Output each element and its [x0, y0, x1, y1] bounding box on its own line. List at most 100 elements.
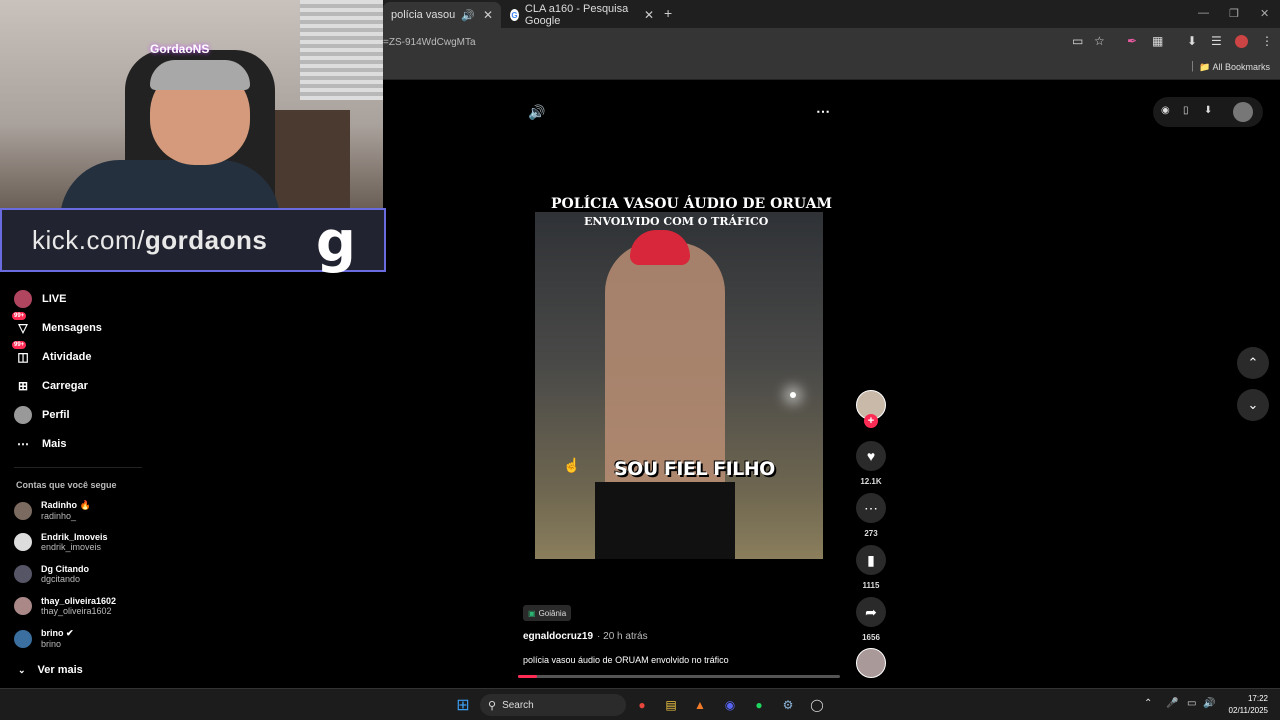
- account-handle: thay_oliveira1602: [41, 606, 112, 616]
- webcam-overlay: GordaoNS: [0, 0, 383, 208]
- extension-pen-icon[interactable]: ✒: [1127, 34, 1137, 48]
- sidebar-item-label: Carregar: [42, 380, 88, 392]
- clock-date: 02/11/2025: [1228, 706, 1268, 715]
- follow-plus-icon[interactable]: +: [864, 414, 878, 428]
- file-explorer-icon[interactable]: ▤: [662, 696, 680, 714]
- app-triangle-icon[interactable]: ▲: [691, 696, 709, 714]
- close-icon[interactable]: ✕: [644, 8, 654, 22]
- url-field[interactable]: =ZS-914WdCwgMTa: [383, 37, 476, 48]
- kick-url: kick.com/gordaons: [32, 225, 267, 256]
- more-options-icon[interactable]: ⋯: [816, 103, 830, 120]
- previous-video-button[interactable]: ⌃: [1237, 347, 1269, 379]
- avatar: [14, 629, 32, 648]
- following-title: Contas que você segue: [16, 480, 117, 490]
- save-button[interactable]: ▮: [856, 545, 886, 575]
- bookmark-icon: ▮: [867, 551, 875, 568]
- taskbar-search[interactable]: ⚲ Search: [480, 694, 626, 716]
- kick-url-name: gordaons: [144, 224, 268, 255]
- comment-button[interactable]: ⋯: [856, 493, 886, 523]
- like-count: 12.1K: [860, 477, 882, 486]
- streamer-name: GordaoNS: [150, 42, 210, 56]
- clock-time: 17:22: [1247, 694, 1268, 703]
- maximize-icon[interactable]: ❐: [1229, 7, 1239, 20]
- video-subline: ENVOLVIDO COM O TRÁFICO: [584, 215, 769, 228]
- menu-dots-icon[interactable]: ⋮: [1261, 34, 1273, 48]
- account-handle: radinho_: [41, 511, 77, 521]
- google-icon: G: [510, 9, 519, 21]
- spotify-icon[interactable]: ●: [750, 696, 768, 714]
- compass-icon[interactable]: ◉: [1161, 105, 1170, 116]
- extensions-icon[interactable]: ▦: [1152, 34, 1163, 48]
- tray-chevron-icon[interactable]: ⌃: [1144, 698, 1152, 709]
- hand-cursor-icon: ☝: [563, 457, 581, 473]
- chevron-down-icon: ⌄: [1247, 397, 1259, 412]
- chrome-icon[interactable]: ●: [633, 696, 651, 714]
- windows-start-icon[interactable]: ⊞: [454, 696, 472, 714]
- live-avatar-icon: [14, 290, 32, 308]
- sidebar: LIVE ▽ 99+ Mensagens ◫ 99+ Atividade ⊞ Car…: [0, 272, 150, 692]
- video-progress-fill: [518, 675, 538, 678]
- sidebar-item-activity[interactable]: ◫ 99+ Atividade: [12, 341, 92, 366]
- like-button[interactable]: ♥: [856, 441, 886, 471]
- sidebar-item-live[interactable]: LIVE: [14, 290, 66, 308]
- close-icon[interactable]: ✕: [483, 8, 493, 22]
- screen: polícia vasou áudio de 🔊 ✕ G CLA a160 - …: [0, 0, 1280, 720]
- download-icon[interactable]: ⬇: [1187, 34, 1197, 48]
- share-count: 1656: [862, 633, 880, 642]
- see-more-button[interactable]: ⌄ Ver mais: [18, 664, 83, 676]
- star-icon[interactable]: ☆: [1094, 34, 1105, 48]
- network-icon[interactable]: ▭: [1187, 698, 1196, 709]
- video-player[interactable]: [535, 212, 823, 559]
- video-person-hair: [630, 230, 690, 265]
- video-description: polícia vasou áudio de ORUAM envolvido n…: [523, 655, 729, 665]
- sidebar-item-profile[interactable]: Perfil: [14, 406, 70, 424]
- sound-avatar[interactable]: [856, 648, 886, 678]
- new-tab-icon[interactable]: +: [664, 5, 672, 21]
- download-icon[interactable]: ⬇: [1204, 105, 1212, 116]
- video-headline: POLÍCIA VASOU ÁUDIO DE ORUAM: [551, 196, 833, 212]
- tab-google[interactable]: G CLA a160 - Pesquisa Google ✕: [502, 2, 662, 28]
- author-line[interactable]: egnaldocruz19 · 20 h atrás: [523, 631, 648, 642]
- cast-icon[interactable]: ▭: [1072, 34, 1083, 48]
- kick-url-prefix: kick.com/: [32, 224, 145, 255]
- account-name: thay_oliveira1602: [41, 596, 117, 606]
- followed-account[interactable]: Endrik_Imoveis endrik_imoveis: [14, 532, 108, 552]
- minimize-icon[interactable]: —: [1198, 7, 1209, 19]
- steam-icon[interactable]: ⚙: [779, 696, 797, 714]
- device-icon[interactable]: ▯: [1183, 105, 1189, 116]
- sidebar-item-upload[interactable]: ⊞ Carregar: [14, 377, 88, 395]
- followed-account[interactable]: Radinho 🔥 radinho_: [14, 500, 91, 521]
- followed-account[interactable]: Dg Citando dgcitando: [14, 564, 89, 584]
- activity-icon: ◫ 99+: [12, 341, 29, 364]
- app-icon[interactable]: ◯: [808, 696, 826, 714]
- window-close-icon[interactable]: ✕: [1260, 7, 1269, 20]
- windows-taskbar: ⊞ ⚲ Search ● ▤ ▲ ◉ ● ⚙ ◯ ⌃ 🎤 ▭ 🔊 17:22 0…: [0, 688, 1280, 720]
- speaker-icon[interactable]: 🔊: [461, 9, 475, 22]
- microphone-icon[interactable]: 🎤: [1166, 698, 1178, 709]
- volume-icon[interactable]: 🔊: [1203, 698, 1215, 709]
- location-label: Goiânia: [538, 608, 567, 618]
- video-progress-bar[interactable]: [518, 675, 840, 678]
- discord-icon[interactable]: ◉: [721, 696, 739, 714]
- sidebar-item-label: Mais: [42, 438, 67, 450]
- all-bookmarks-button[interactable]: 📁 All Bookmarks: [1199, 62, 1270, 73]
- account-name: Dg Citando: [41, 564, 89, 574]
- next-video-button[interactable]: ⌄: [1237, 389, 1269, 421]
- taskbar-clock[interactable]: 17:22 02/11/2025: [1229, 693, 1268, 717]
- media-control-icon[interactable]: ☰: [1211, 34, 1222, 48]
- activity-badge: 99+: [12, 341, 27, 349]
- tab-tiktok[interactable]: polícia vasou áudio de 🔊 ✕: [383, 2, 501, 28]
- sidebar-item-messages[interactable]: ▽ 99+ Mensagens: [12, 312, 102, 337]
- share-button[interactable]: ➦: [856, 597, 886, 627]
- video-caption: SOU FIEL FILHO: [614, 458, 775, 480]
- profile-icon[interactable]: [1235, 35, 1248, 48]
- sidebar-item-more[interactable]: ⋯ Mais: [14, 435, 66, 453]
- avatar[interactable]: [1233, 102, 1253, 122]
- account-handle: dgcitando: [41, 574, 81, 584]
- followed-account[interactable]: brino ✔ brino: [14, 628, 74, 649]
- author-name[interactable]: egnaldocruz19: [523, 631, 593, 642]
- location-tag[interactable]: ▣ Goiânia: [523, 605, 572, 621]
- followed-account[interactable]: thay_oliveira1602 thay_oliveira1602: [14, 596, 116, 616]
- messages-badge: 99+: [12, 312, 27, 320]
- volume-icon[interactable]: 🔊: [528, 104, 545, 121]
